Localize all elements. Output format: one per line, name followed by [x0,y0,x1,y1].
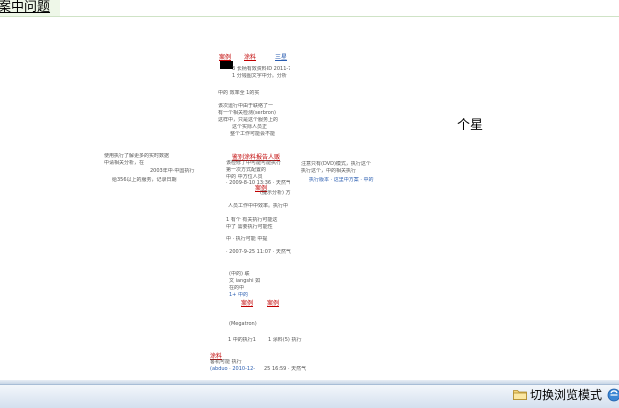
thumb-line: 文 iangshi 如 [229,278,261,284]
thumb-link[interactable]: 涂料 [244,52,256,61]
thumb-right-line: 执行版本 · 这里中方案 · 中的 [309,177,374,183]
thumb-line: 中了 需要执行可能性 [226,224,273,230]
thumb-line: 有一个相关检测(serbron) [218,110,276,116]
top-tab-label[interactable]: 案中问题 [0,0,50,15]
thumb-line: 1 中的执行1 [228,337,256,343]
thumb-line: 该次运行中由于联络了一 [218,103,274,109]
thumb-line: (提示分析) 方 [260,190,291,196]
thumb-line: 1 分钱图文字中分。分析 [232,73,287,79]
thumb-line: (abduo · 2010-12- [210,366,256,372]
thumb-line: 这个实际人员正 [232,124,268,130]
thumb-line: 这样中，只是这个服务上的 [218,117,279,123]
thumb-right-line: 注意只有(DVD)模式，执行这个 [301,161,371,167]
thumb-line: 中的 效率全 1的实 [218,90,260,96]
thumb-link[interactable]: 案例 [267,298,279,307]
thumb-line: 第一次方式配置的 [226,167,267,173]
thumb-line: 在的中 [229,285,245,291]
thumb-line: 整个工作可能会不能 [230,131,276,137]
thumb-left-line: 2003年中·中国执行 [150,168,195,174]
thumb-left-line: 中请相关分析，在 [104,160,145,166]
thumb-line: (Megatron) [229,321,257,327]
thumb-link[interactable]: 三星 [275,52,287,61]
star-text: 个星 [457,118,484,133]
thumb-line: 该检修了中可能可能执行 [226,160,282,166]
top-tab[interactable]: 案中问题 [0,0,61,17]
thumb-link[interactable]: 案例 [241,298,253,307]
tab-divider [0,16,619,17]
thumb-line: (中的) 联 [229,271,250,277]
thumb-line: 1 涂料(5) 执行 [268,337,302,343]
thumb-left-line: 使用执行了解更多的实时数据 [104,153,170,159]
folder-icon[interactable] [513,389,527,400]
thumb-line: 客机可能 执行 [210,359,242,365]
thumb-line: · 2007-9-25 11:07 · 天然气 [226,249,291,255]
thumb-line: 1 有个 有关执行可能这 [226,217,278,223]
thumb-link[interactable]: 案例 [219,52,231,61]
thumb-line: 25 16:59 · 天然气 [264,366,307,372]
switch-browse-mode-button[interactable]: 切换浏览模式 [530,387,602,403]
thumb-line: 人员工作中中效率。执行中 [228,203,289,209]
thumb-left-line: 给356以上的服务，记录日期 [112,177,177,183]
thumb-line: 中 · 执行可能 中提 [226,236,268,242]
thumb-line: 3 长柄有效资料ID 2011-7 [232,66,290,72]
browser-icon[interactable] [607,388,619,402]
thumb-right-line: 执行这个，中的相关执行 [301,168,357,174]
